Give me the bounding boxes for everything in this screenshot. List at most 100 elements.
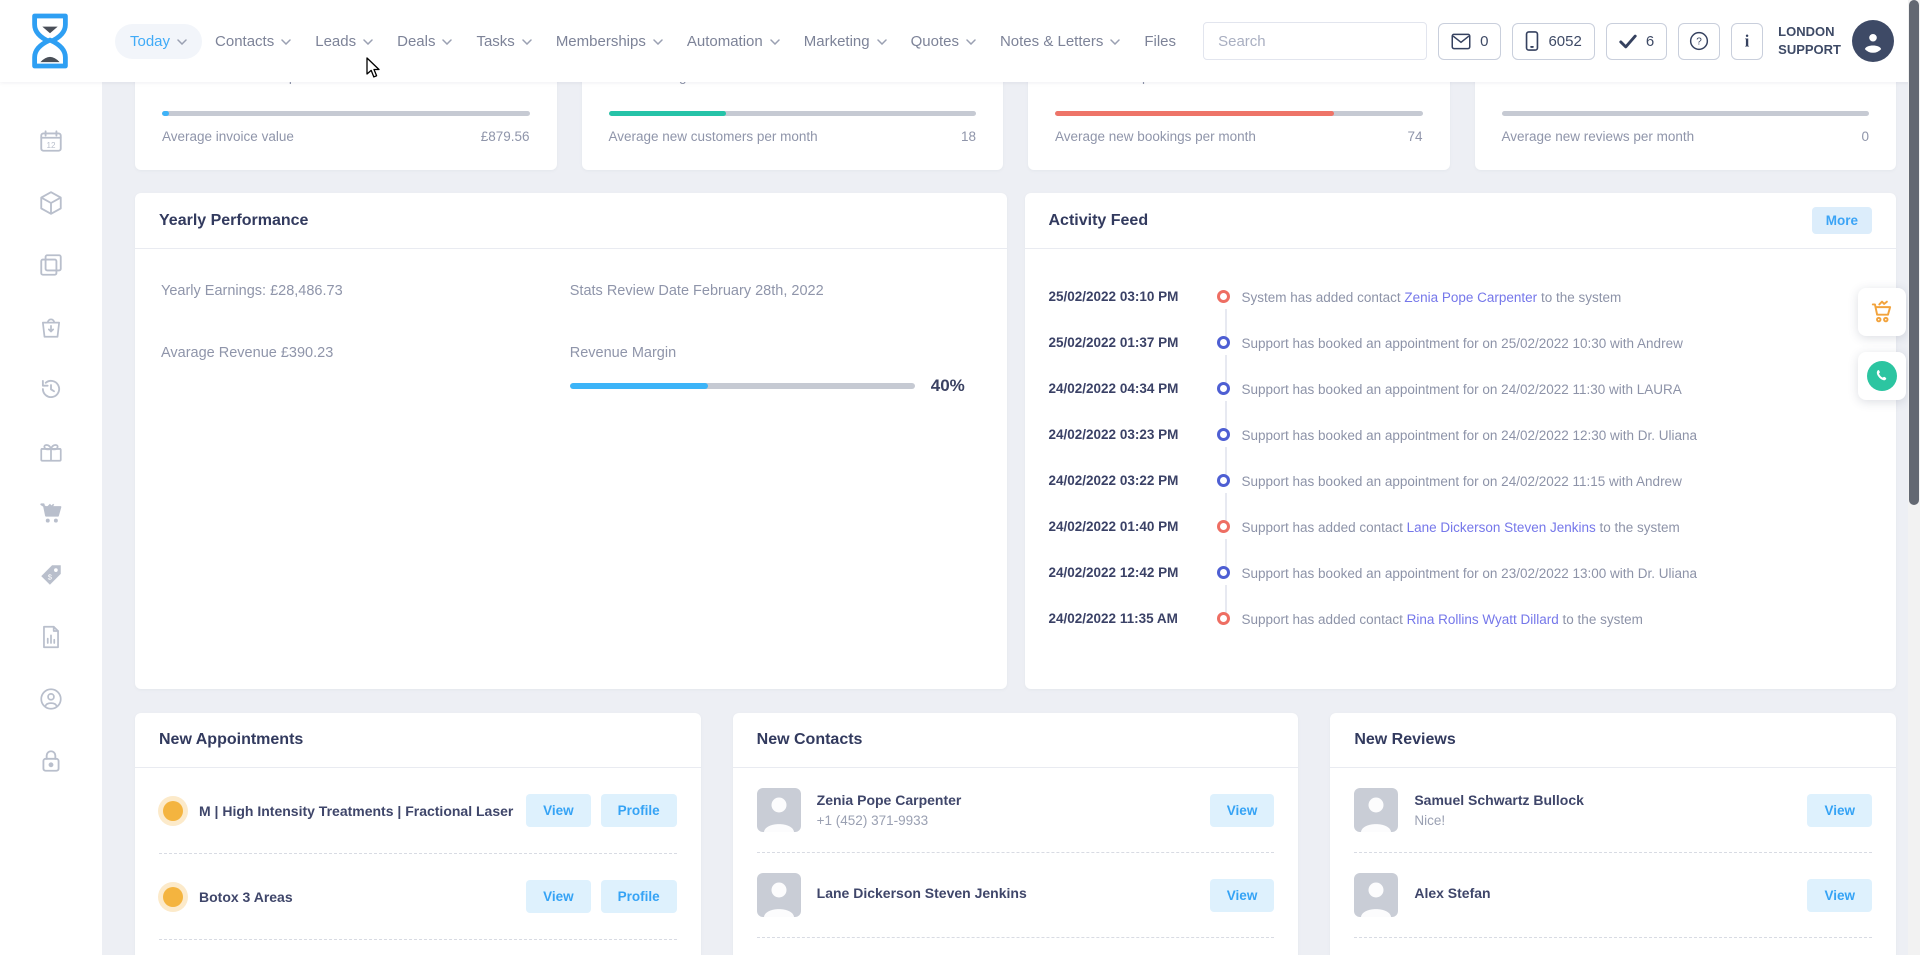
pages-icon[interactable]: [38, 252, 64, 278]
feed-text: Support has added contact Lane Dickerson…: [1242, 519, 1680, 535]
nav-label: Quotes: [911, 33, 959, 50]
panel-title: New Contacts: [757, 731, 863, 749]
topbar: Today Contacts Leads Deals Tasks Members…: [0, 0, 1920, 82]
nav-item-files[interactable]: Files: [1133, 24, 1187, 59]
activity-feed-panel: Activity Feed More 25/02/2022 03:10 PM S…: [1025, 193, 1897, 689]
average-revenue: Avarage Revenue £390.23: [161, 345, 570, 396]
nav-label: Marketing: [804, 33, 870, 50]
topbar-right: 0 6052 6 ? i LONDON SUPPORT: [1203, 20, 1894, 62]
question-circle-icon: ?: [1689, 31, 1709, 51]
view-button[interactable]: View: [1807, 879, 1872, 912]
feed-text: Support has added contact Rina Rollins W…: [1242, 611, 1643, 627]
hourglass-logo[interactable]: [25, 12, 75, 70]
nav-label: Memberships: [556, 33, 646, 50]
help-button[interactable]: ?: [1678, 23, 1720, 60]
appointment-title: M | High Intensity Treatments | Fraction…: [199, 803, 513, 819]
contact-row: Lane Dickerson Steven Jenkins View: [757, 853, 1275, 938]
chat-widget-button[interactable]: [1858, 352, 1906, 400]
chevron-down-icon: [177, 39, 187, 45]
feed-marker: [1217, 566, 1230, 579]
feed-item: 25/02/2022 01:37 PM Support has booked a…: [1049, 335, 1873, 381]
feed-marker: [1217, 336, 1230, 349]
nav-item-deals[interactable]: Deals: [386, 24, 463, 59]
chevron-down-icon: [966, 39, 976, 45]
yearly-performance-panel: Yearly Performance Yearly Earnings: £28,…: [135, 193, 1007, 689]
new-reviews-panel: New Reviews Samuel Schwartz Bullock Nice…: [1330, 713, 1896, 955]
view-button[interactable]: View: [526, 880, 591, 913]
feed-time: 24/02/2022 03:22 PM: [1049, 473, 1209, 488]
icon-sidebar: 12 $: [0, 82, 102, 955]
svg-text:i: i: [1745, 31, 1750, 50]
person-icon: [1860, 28, 1886, 54]
view-button[interactable]: View: [1210, 879, 1275, 912]
feed-time: 24/02/2022 04:34 PM: [1049, 381, 1209, 396]
security-icon[interactable]: [38, 748, 64, 774]
cart-widget-button[interactable]: [1858, 288, 1906, 336]
nav-item-quotes[interactable]: Quotes: [900, 24, 987, 59]
account-icon[interactable]: [38, 686, 64, 712]
cart-icon[interactable]: [38, 500, 64, 526]
location-label: LONDON SUPPORT: [1778, 23, 1841, 58]
feed-item: 24/02/2022 01:40 PM Support has added co…: [1049, 519, 1873, 565]
tasks-badge[interactable]: 6: [1606, 23, 1667, 60]
search-box: [1203, 22, 1427, 60]
calls-count: 6052: [1548, 33, 1581, 50]
progress-fill: [162, 111, 169, 116]
feed-item: 24/02/2022 11:35 AM Support has added co…: [1049, 611, 1873, 657]
profile-button[interactable]: Profile: [601, 880, 677, 913]
nav-item-automation[interactable]: Automation: [676, 24, 791, 59]
progress-bar: [609, 111, 977, 116]
view-button[interactable]: View: [526, 794, 591, 827]
feed-marker: [1217, 428, 1230, 441]
gift-icon[interactable]: [38, 438, 64, 464]
info-button[interactable]: i: [1731, 23, 1763, 60]
nav-item-marketing[interactable]: Marketing: [793, 24, 898, 59]
yearly-earnings: Yearly Earnings: £28,486.73: [161, 283, 570, 299]
view-button[interactable]: View: [1807, 794, 1872, 827]
calls-badge[interactable]: 6052: [1512, 23, 1594, 60]
user-avatar[interactable]: [1852, 20, 1894, 62]
nav-item-tasks[interactable]: Tasks: [465, 24, 542, 59]
history-icon[interactable]: [38, 376, 64, 402]
nav-item-notes-letters[interactable]: Notes & Letters: [989, 24, 1131, 59]
more-button[interactable]: More: [1812, 207, 1872, 234]
svg-text:?: ?: [1696, 37, 1702, 48]
feed-text: Support has booked an appointment for on…: [1242, 473, 1682, 489]
chevron-down-icon: [442, 39, 452, 45]
calendar-icon[interactable]: 12: [38, 128, 64, 154]
messages-badge[interactable]: 0: [1438, 23, 1501, 60]
feed-item: 24/02/2022 03:22 PM Support has booked a…: [1049, 473, 1873, 519]
nav-item-contacts[interactable]: Contacts: [204, 24, 302, 59]
appointment-row: M | High Intensity Treatments | Fraction…: [159, 768, 677, 854]
nav-item-today[interactable]: Today: [115, 24, 202, 59]
chevron-down-icon: [281, 39, 291, 45]
panels-row: Yearly Performance Yearly Earnings: £28,…: [135, 193, 1896, 689]
avatar-placeholder: [1354, 788, 1398, 832]
chevron-down-icon: [877, 39, 887, 45]
main-nav: Today Contacts Leads Deals Tasks Members…: [115, 24, 1187, 59]
feed-marker: [1217, 474, 1230, 487]
info-icon: i: [1742, 31, 1752, 51]
progress-fill: [1055, 111, 1334, 116]
nav-item-leads[interactable]: Leads: [304, 24, 384, 59]
chevron-down-icon: [363, 39, 373, 45]
review-row: Alex Stefan View: [1354, 853, 1872, 938]
contact-row: Zenia Pope Carpenter +1 (452) 371-9933 V…: [757, 768, 1275, 853]
nav-label: Automation: [687, 33, 763, 50]
feed-time: 24/02/2022 12:42 PM: [1049, 565, 1209, 580]
reports-icon[interactable]: [38, 624, 64, 650]
profile-button[interactable]: Profile: [601, 794, 677, 827]
contact-link[interactable]: Rina Rollins Wyatt Dillard: [1407, 612, 1559, 627]
contact-link[interactable]: Zenia Pope Carpenter: [1404, 290, 1537, 305]
products-icon[interactable]: [38, 190, 64, 216]
nav-item-memberships[interactable]: Memberships: [545, 24, 674, 59]
chevron-down-icon: [653, 39, 663, 45]
search-input[interactable]: [1204, 23, 1427, 59]
scrollbar-thumb[interactable]: [1909, 0, 1919, 505]
card-footer-label: Average new bookings per month: [1055, 129, 1256, 144]
contact-link[interactable]: Lane Dickerson Steven Jenkins: [1407, 520, 1596, 535]
view-button[interactable]: View: [1210, 794, 1275, 827]
orders-icon[interactable]: [38, 314, 64, 340]
pricing-icon[interactable]: $: [38, 562, 64, 588]
card-footer-value: 0: [1861, 129, 1869, 144]
